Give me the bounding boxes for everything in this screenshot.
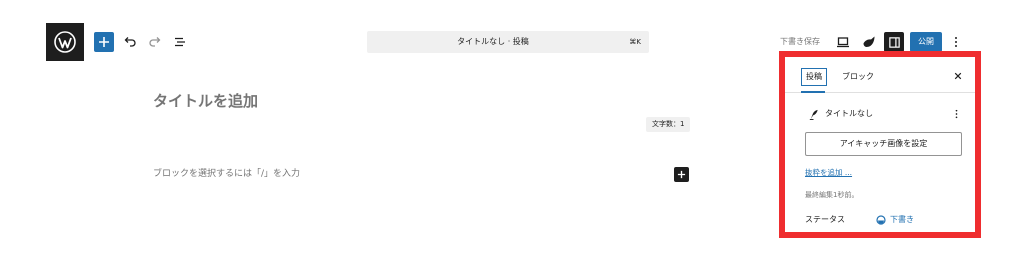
document-overview-button[interactable] [171,33,189,51]
last-edited-text: 最終編集1秒前。 [805,191,859,199]
desktop-preview-icon [837,37,849,48]
tab-post[interactable]: 投稿 [801,68,827,86]
save-draft-button[interactable]: 下書き保存 [780,35,820,49]
plus-icon [677,170,686,179]
styles-icon [863,36,875,47]
undo-icon [124,37,136,47]
undo-button[interactable] [121,33,139,51]
post-title-input[interactable]: タイトルを追加 [153,90,258,112]
draft-status-icon [876,215,886,225]
settings-sidebar: 投稿 ブロック タイトルなし アイキャッチ画像を設定 抜粋を追加 ... 最終編… [779,51,981,238]
add-excerpt-link[interactable]: 抜粋を追加 ... [805,167,852,179]
sidebar-tabs: 投稿 ブロック [785,57,975,93]
preview-button[interactable] [834,33,852,51]
command-palette-bar[interactable]: タイトルなし · 投稿 ⌘K [367,31,649,53]
settings-toggle-button[interactable] [884,32,904,52]
keyboard-shortcut: ⌘K [629,38,641,46]
close-sidebar-button[interactable] [951,69,965,83]
close-icon [954,72,962,80]
document-title: タイトルなし · 投稿 [457,37,529,46]
block-inserter-toggle[interactable] [94,32,114,52]
redo-button[interactable] [146,33,164,51]
set-featured-image-button[interactable]: アイキャッチ画像を設定 [805,132,962,156]
redo-icon [149,37,161,47]
inline-block-inserter-button[interactable] [674,167,689,182]
styles-button[interactable] [860,33,878,51]
tab-block[interactable]: ブロック [842,65,874,89]
paragraph-block-placeholder[interactable]: ブロックを選択するには「/」を入力 [153,167,300,181]
publish-button[interactable]: 公開 [910,32,942,52]
list-view-icon [175,37,185,47]
word-count-badge: 文字数：1 [646,117,691,132]
plus-icon [99,37,109,47]
feather-icon [809,109,818,120]
status-label: ステータス [805,215,845,224]
status-dropdown-button[interactable]: 下書き [876,213,914,227]
post-summary-title: タイトルなし [825,109,873,118]
more-vertical-icon [955,37,957,47]
post-icon [807,108,819,120]
wordpress-logo[interactable] [46,23,84,61]
sidebar-toggle-icon [888,36,900,48]
wordpress-icon [54,31,76,53]
more-vertical-icon [955,109,957,119]
more-options-button[interactable] [948,33,964,51]
status-value-text: 下書き [890,215,914,224]
active-tab-indicator [801,91,825,93]
post-actions-button[interactable] [949,106,963,122]
